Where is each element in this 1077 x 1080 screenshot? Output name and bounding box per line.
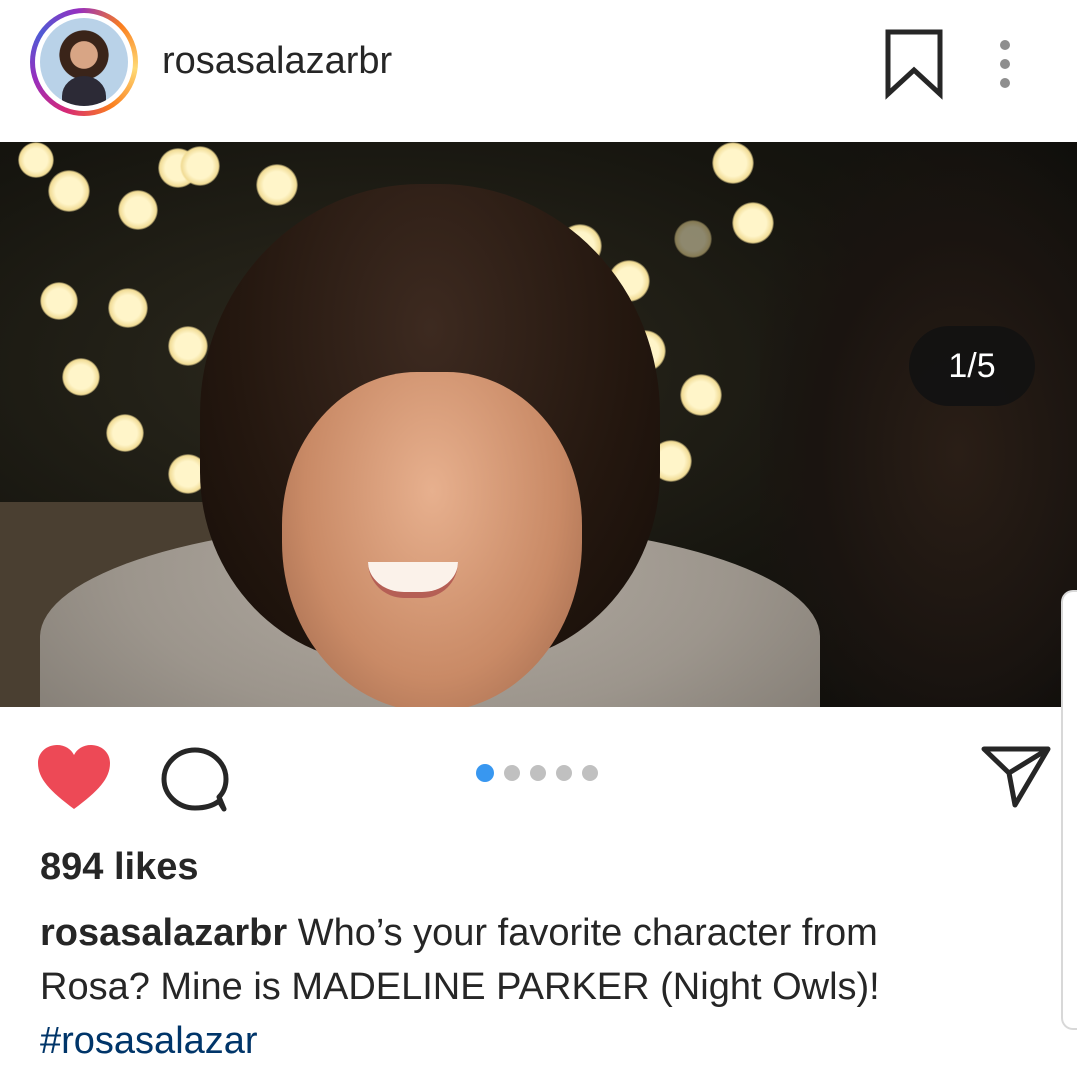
comment-icon <box>161 747 229 812</box>
more-options-icon <box>1000 40 1010 50</box>
share-icon <box>981 746 1051 808</box>
comment-button[interactable] <box>158 745 232 815</box>
more-options-button[interactable] <box>990 36 1020 92</box>
more-options-icon-dot <box>1000 78 1010 88</box>
bokeh-light <box>256 164 298 206</box>
bokeh-light <box>712 142 754 184</box>
caption-text-line1: Who’s your favorite character from <box>297 912 878 954</box>
bookmark-button[interactable] <box>884 28 944 100</box>
post-image[interactable]: 1/5 <box>0 142 1077 707</box>
bokeh-light <box>18 142 54 178</box>
face <box>282 372 582 707</box>
bokeh-light <box>108 288 148 328</box>
avatar-border <box>35 13 133 111</box>
avatar[interactable] <box>40 18 128 106</box>
heart-icon <box>38 745 110 809</box>
post-username[interactable]: rosasalazarbr <box>162 40 392 83</box>
bokeh-light <box>168 326 208 366</box>
story-ring[interactable] <box>30 8 138 116</box>
post-header: rosasalazarbr <box>0 0 1077 142</box>
likes-count[interactable]: 894 likes <box>40 846 198 889</box>
more-options-icon-dot <box>1000 59 1010 69</box>
caption-text-line2: Rosa? Mine is MADELINE PARKER (Night Owl… <box>40 966 880 1008</box>
carousel-indicator <box>476 764 598 782</box>
like-button[interactable] <box>36 743 112 813</box>
caption-username[interactable]: rosasalazarbr <box>40 912 287 954</box>
share-button[interactable] <box>978 741 1054 811</box>
caption: rosasalazarbr Who’s your favorite charac… <box>40 906 1040 1068</box>
bokeh-light <box>680 374 722 416</box>
action-bar <box>0 707 1077 837</box>
carousel-dot <box>582 765 598 781</box>
carousel-dot <box>530 765 546 781</box>
carousel-dot <box>556 765 572 781</box>
bokeh-light <box>62 358 100 396</box>
carousel-dot-active <box>476 764 494 782</box>
caption-hashtag[interactable]: #rosasalazar <box>40 1020 258 1062</box>
bokeh-light <box>106 414 144 452</box>
bokeh-light <box>118 190 158 230</box>
media-counter: 1/5 <box>909 326 1035 406</box>
bookmark-icon <box>885 29 943 100</box>
bokeh-light <box>180 146 220 186</box>
bokeh-light <box>674 220 712 258</box>
bokeh-light <box>40 282 78 320</box>
carousel-dot <box>504 765 520 781</box>
bokeh-light <box>48 170 90 212</box>
